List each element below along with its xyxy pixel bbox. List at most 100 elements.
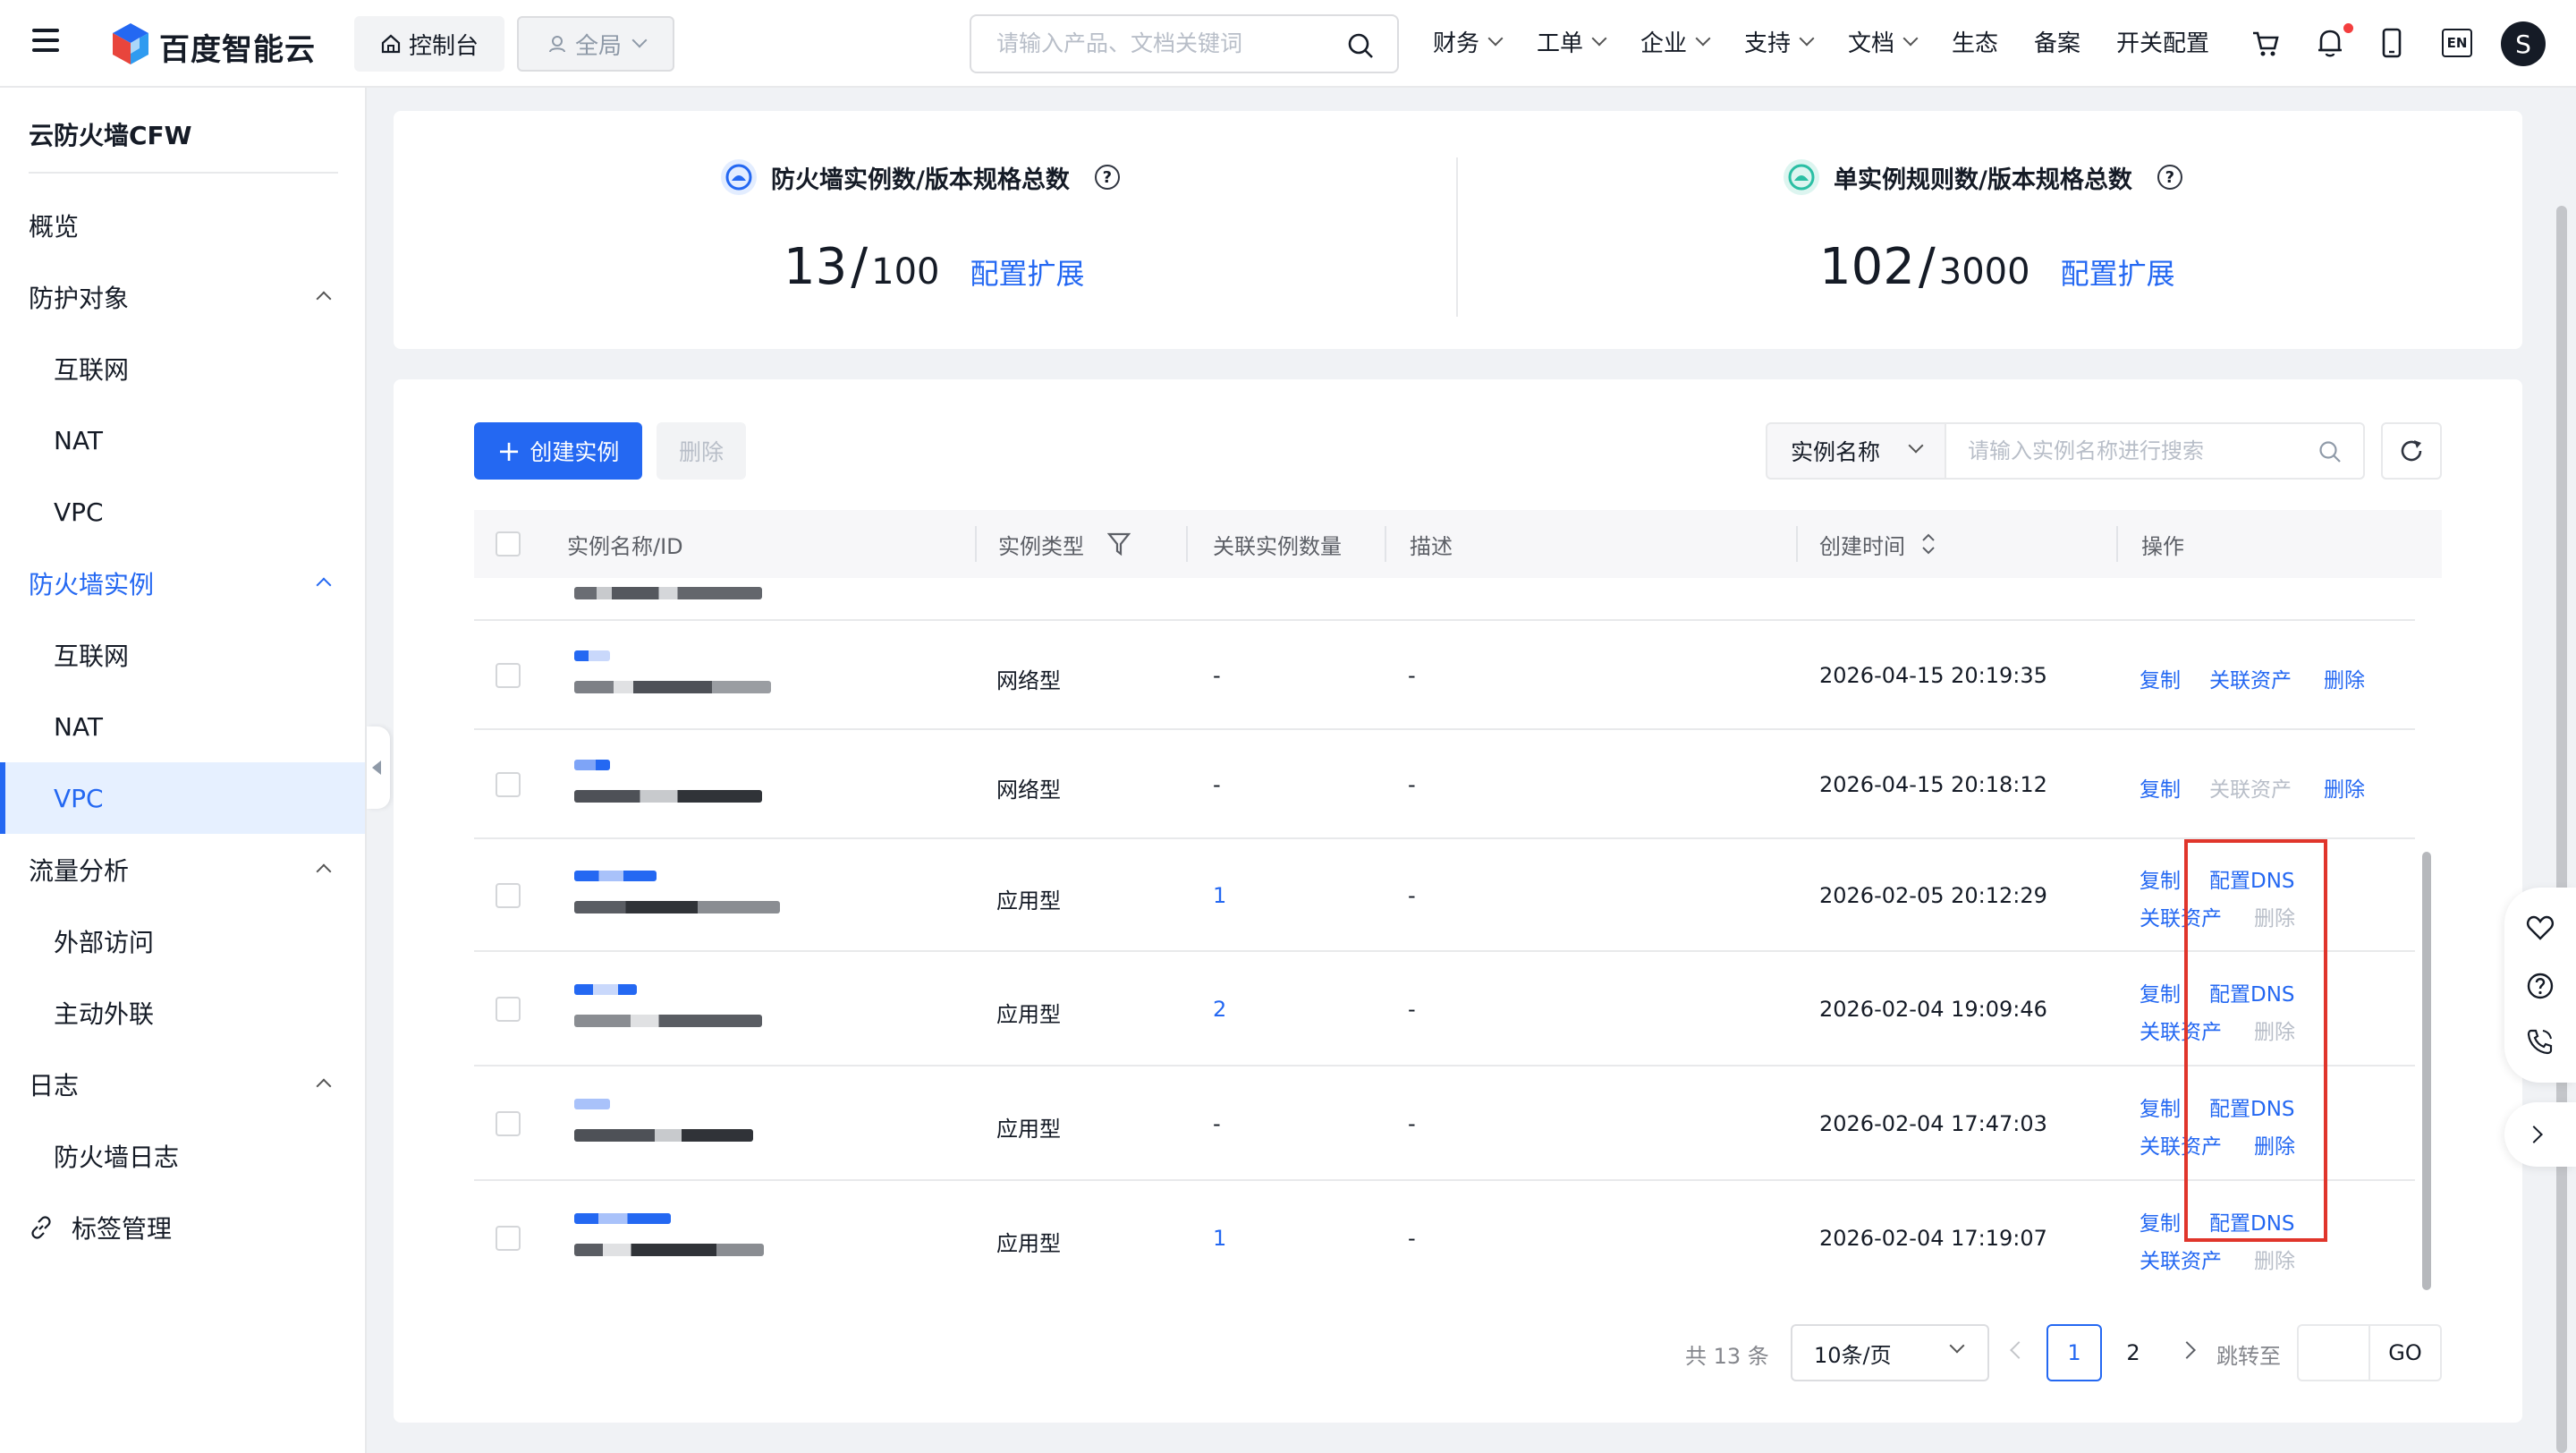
top-nav-item[interactable]: 工单 <box>1537 25 1607 58</box>
row-checkbox[interactable] <box>496 772 521 797</box>
row-action-link[interactable]: 复制 <box>2140 977 2181 1007</box>
sidebar-item[interactable]: 互联网 <box>0 333 365 404</box>
search-icon[interactable] <box>2318 440 2342 463</box>
create-instance-button[interactable]: + 创建实例 <box>474 422 642 480</box>
row-action-link[interactable]: 复制 <box>2140 663 2181 693</box>
row-action-link[interactable]: 删除 <box>2324 772 2365 803</box>
row-action-link[interactable]: 关联资产 <box>2140 1244 2222 1274</box>
row-checkbox[interactable] <box>496 1226 521 1251</box>
sidebar-item[interactable]: 互联网 <box>0 619 365 691</box>
chevron-up-icon[interactable] <box>316 863 332 879</box>
global-search-input[interactable] <box>996 30 1336 56</box>
row-action-link[interactable]: 关联资产 <box>2209 772 2292 803</box>
row-action-link[interactable]: 复制 <box>2140 863 2181 894</box>
help-circle-icon[interactable]: ? <box>1094 165 1120 190</box>
sidebar-item[interactable]: NAT <box>0 691 365 762</box>
row-checkbox[interactable] <box>496 997 521 1022</box>
sidebar-item[interactable]: VPC <box>0 476 365 548</box>
search-field-select[interactable]: 实例名称 <box>1766 422 1946 480</box>
logo-text[interactable]: 百度智能云 <box>159 25 316 69</box>
jump-page-input[interactable] <box>2297 1324 2370 1381</box>
hamburger-menu-icon[interactable] <box>32 29 59 55</box>
sidebar-item[interactable]: 主动外联 <box>0 977 365 1049</box>
top-nav-item[interactable]: 开关配置 <box>2116 25 2209 58</box>
baidu-cloud-logo-icon[interactable] <box>109 21 152 66</box>
phone-icon[interactable] <box>2526 1027 2555 1056</box>
redacted-instance-name[interactable] <box>574 984 637 995</box>
go-button[interactable]: GO <box>2370 1324 2442 1381</box>
sidebar-item[interactable]: NAT <box>0 404 365 476</box>
top-nav-item[interactable]: 生态 <box>1952 25 1998 58</box>
sidebar-item[interactable]: 防火墙实例 <box>0 548 365 619</box>
row-action-link[interactable]: 复制 <box>2140 1092 2181 1122</box>
page-size-select[interactable]: 10条/页 <box>1791 1324 1989 1381</box>
sidebar-item[interactable]: 防火墙日志 <box>0 1120 365 1192</box>
language-switch-icon[interactable]: EN <box>2442 29 2472 57</box>
console-button[interactable]: 控制台 <box>354 16 504 72</box>
row-action-link[interactable]: 复制 <box>2140 1206 2181 1236</box>
column-header-created[interactable]: 创建时间 <box>1819 510 1936 578</box>
redacted-instance-name[interactable] <box>574 871 657 881</box>
select-all-checkbox[interactable] <box>496 531 521 557</box>
row-action-link[interactable]: 删除 <box>2324 663 2365 693</box>
chevron-up-icon[interactable] <box>316 291 332 307</box>
sidebar-item[interactable]: 概览 <box>0 190 365 261</box>
filter-funnel-icon[interactable] <box>1107 531 1131 557</box>
region-selector[interactable]: 全局 <box>517 16 674 72</box>
chevron-up-icon[interactable] <box>316 1078 332 1094</box>
page-number-2[interactable]: 2 <box>2106 1324 2161 1381</box>
linked-count-cell[interactable]: 1 <box>1213 1226 1226 1251</box>
redacted-instance-name[interactable] <box>574 1213 671 1224</box>
linked-count-cell[interactable]: 2 <box>1213 997 1226 1022</box>
row-checkbox[interactable] <box>496 883 521 908</box>
top-nav-item[interactable]: 文档 <box>1848 25 1919 58</box>
redacted-instance-name[interactable] <box>574 1099 610 1109</box>
page-number-1[interactable]: 1 <box>2046 1324 2102 1381</box>
top-nav-item[interactable]: 财务 <box>1433 25 1504 58</box>
row-checkbox[interactable] <box>496 663 521 688</box>
mobile-phone-icon[interactable] <box>2379 27 2404 59</box>
redacted-instance-name-id[interactable] <box>574 760 762 803</box>
sidebar-item[interactable]: 流量分析 <box>0 834 365 905</box>
linked-count-cell[interactable]: 1 <box>1213 883 1226 908</box>
table-scrollbar-thumb[interactable] <box>2422 852 2431 1290</box>
help-circle-icon[interactable] <box>2526 972 2555 1000</box>
page-scrollbar-thumb[interactable] <box>2556 206 2567 1453</box>
redacted-instance-name-id[interactable] <box>574 871 780 913</box>
redacted-instance-name-id[interactable] <box>574 650 771 693</box>
global-search-box[interactable] <box>970 14 1399 73</box>
sidebar-collapse-handle[interactable] <box>367 726 390 809</box>
redacted-instance-name[interactable] <box>574 760 610 770</box>
search-icon[interactable] <box>1347 32 1374 59</box>
row-action-link[interactable]: 复制 <box>2140 772 2181 803</box>
sidebar-item[interactable]: 日志 <box>0 1049 365 1120</box>
sidebar-item[interactable]: 标签管理 <box>0 1192 365 1263</box>
sidebar-item[interactable]: 防护对象 <box>0 261 365 333</box>
row-action-link[interactable]: 删除 <box>2254 1244 2295 1274</box>
help-circle-icon[interactable]: ? <box>2157 165 2182 190</box>
sidebar-item[interactable]: VPC <box>0 762 365 834</box>
sort-icon[interactable] <box>1921 531 1936 557</box>
sidebar-item[interactable]: 外部访问 <box>0 905 365 977</box>
redacted-instance-name-id[interactable] <box>574 984 762 1027</box>
cart-icon[interactable] <box>2250 29 2281 59</box>
top-nav-item[interactable]: 支持 <box>1744 25 1815 58</box>
top-nav-item[interactable]: 备案 <box>2034 25 2080 58</box>
rule-expand-link[interactable]: 配置扩展 <box>2061 251 2175 293</box>
batch-delete-button[interactable]: 删除 <box>657 422 746 480</box>
refresh-button[interactable] <box>2381 422 2442 480</box>
chevron-up-icon[interactable] <box>316 577 332 593</box>
instance-search-box[interactable] <box>1946 422 2365 480</box>
floating-expand-button[interactable] <box>2504 1102 2576 1167</box>
notification-bell-icon[interactable] <box>2315 27 2345 59</box>
instance-expand-link[interactable]: 配置扩展 <box>970 251 1085 293</box>
redacted-instance-name-id[interactable] <box>574 1099 753 1142</box>
row-checkbox[interactable] <box>496 1111 521 1136</box>
favorite-heart-icon[interactable] <box>2526 914 2555 941</box>
redacted-instance-name[interactable] <box>574 650 610 661</box>
top-nav-item[interactable]: 企业 <box>1640 25 1711 58</box>
instance-search-input[interactable] <box>1968 438 2308 463</box>
user-avatar[interactable]: S <box>2501 21 2546 66</box>
row-action-link[interactable]: 关联资产 <box>2209 663 2292 693</box>
redacted-instance-name-id[interactable] <box>574 1213 764 1256</box>
